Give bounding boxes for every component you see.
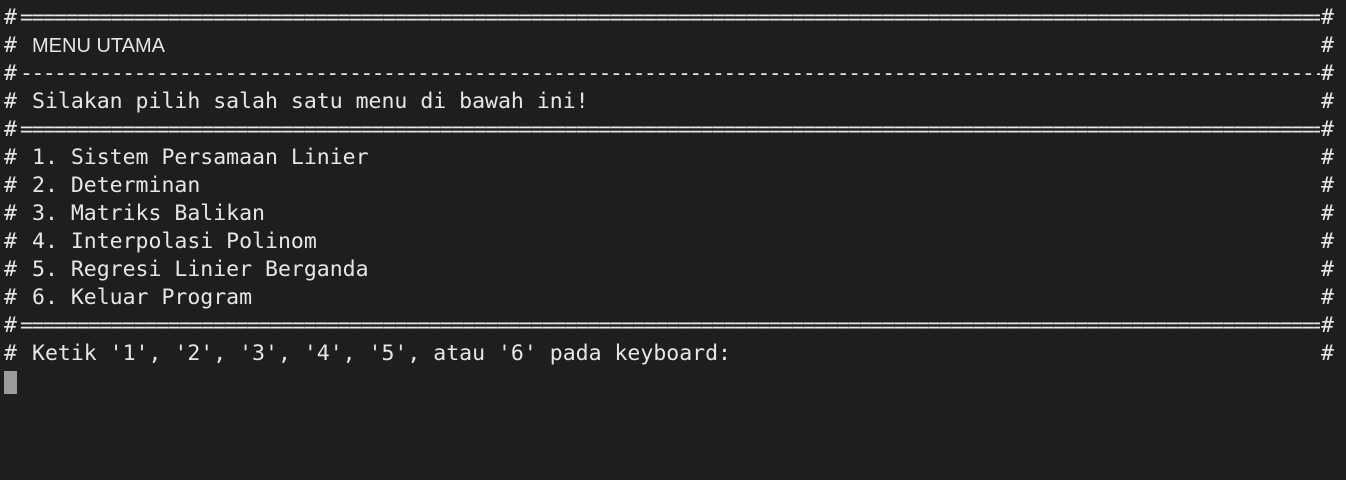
menu-item-3: # 3. Matriks Balikan #: [4, 200, 1342, 228]
menu-item-2: # 2. Determinan #: [4, 172, 1342, 200]
menu-item-1: # 1. Sistem Persamaan Linier #: [4, 144, 1342, 172]
border-left: #: [4, 257, 17, 282]
menu-item-label: 2. Determinan: [32, 173, 201, 198]
border-left: #: [4, 117, 17, 142]
instruction-row: # Silakan pilih salah satu menu di bawah…: [4, 88, 1342, 116]
border-right: #: [1321, 61, 1334, 86]
border-left: #: [4, 89, 17, 114]
rule-line: ========================================…: [20, 117, 1320, 142]
menu-item-label: 6. Keluar Program: [32, 285, 253, 310]
terminal-window[interactable]: # ======================================…: [4, 4, 1342, 396]
border-right: #: [1321, 145, 1334, 170]
border-right: #: [1321, 341, 1334, 366]
rule-line: ========================================…: [20, 5, 1320, 30]
menu-item-label: 1. Sistem Persamaan Linier: [32, 145, 369, 170]
header-row: # MENU UTAMA #: [4, 32, 1342, 60]
border-right: #: [1321, 173, 1334, 198]
border-right: #: [1321, 313, 1334, 338]
border-right: #: [1321, 285, 1334, 310]
text-cursor: [4, 371, 17, 394]
border-right: #: [1321, 229, 1334, 254]
border-right: #: [1321, 117, 1334, 142]
border-left: #: [4, 285, 17, 310]
rule-line: ----------------------------------------…: [20, 61, 1320, 86]
menu-item-4: # 4. Interpolasi Polinom #: [4, 228, 1342, 256]
border-right: #: [1321, 5, 1334, 30]
menu-item-label: 3. Matriks Balikan: [32, 201, 265, 226]
border-left: #: [4, 61, 17, 86]
menu-item-label: 4. Interpolasi Polinom: [32, 229, 317, 254]
border-right: #: [1321, 33, 1334, 58]
border-left: #: [4, 201, 17, 226]
prompt-text: Ketik '1', '2', '3', '4', '5', atau '6' …: [32, 341, 731, 366]
border-left: #: [4, 313, 17, 338]
border-left: #: [4, 33, 17, 58]
prompt-row: # Ketik '1', '2', '3', '4', '5', atau '6…: [4, 340, 1342, 368]
menu-item-5: # 5. Regresi Linier Berganda #: [4, 256, 1342, 284]
border-right: #: [1321, 257, 1334, 282]
rule-double-menu-top: # ======================================…: [4, 116, 1342, 144]
menu-item-6: # 6. Keluar Program #: [4, 284, 1342, 312]
border-left: #: [4, 145, 17, 170]
menu-item-label: 5. Regresi Linier Berganda: [32, 257, 369, 282]
border-left: #: [4, 229, 17, 254]
border-right: #: [1321, 201, 1334, 226]
rule-double-bottom: # ======================================…: [4, 312, 1342, 340]
border-right: #: [1321, 89, 1334, 114]
page-title: MENU UTAMA: [32, 35, 165, 57]
border-left: #: [4, 341, 17, 366]
instruction-text: Silakan pilih salah satu menu di bawah i…: [32, 89, 589, 114]
rule-double-top: # ======================================…: [4, 4, 1342, 32]
border-left: #: [4, 173, 17, 198]
rule-line: ========================================…: [20, 313, 1320, 338]
rule-single: # --------------------------------------…: [4, 60, 1342, 88]
input-line[interactable]: [4, 368, 1342, 396]
border-left: #: [4, 5, 17, 30]
